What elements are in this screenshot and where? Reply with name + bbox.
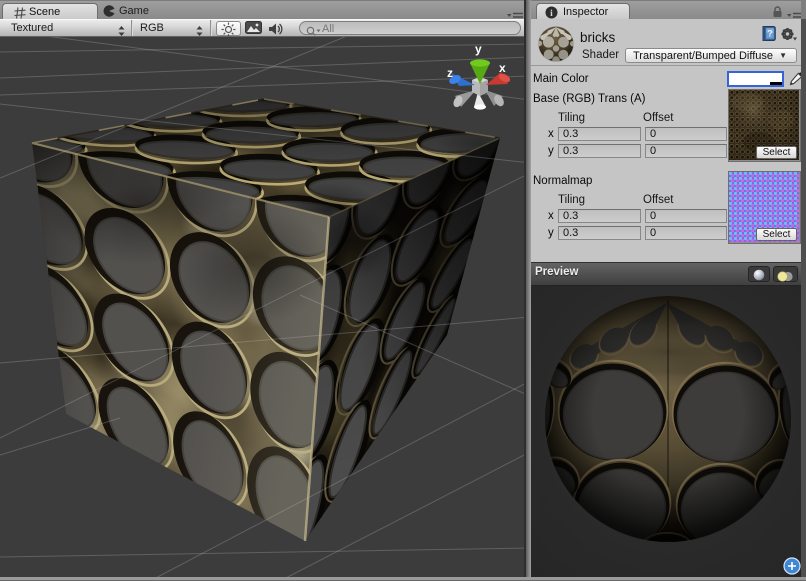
svg-text:z: z	[447, 66, 453, 80]
svg-text:x: x	[499, 61, 506, 75]
svg-text:i: i	[550, 8, 553, 18]
svg-text:?: ?	[767, 29, 773, 39]
svg-text:y: y	[475, 42, 482, 56]
